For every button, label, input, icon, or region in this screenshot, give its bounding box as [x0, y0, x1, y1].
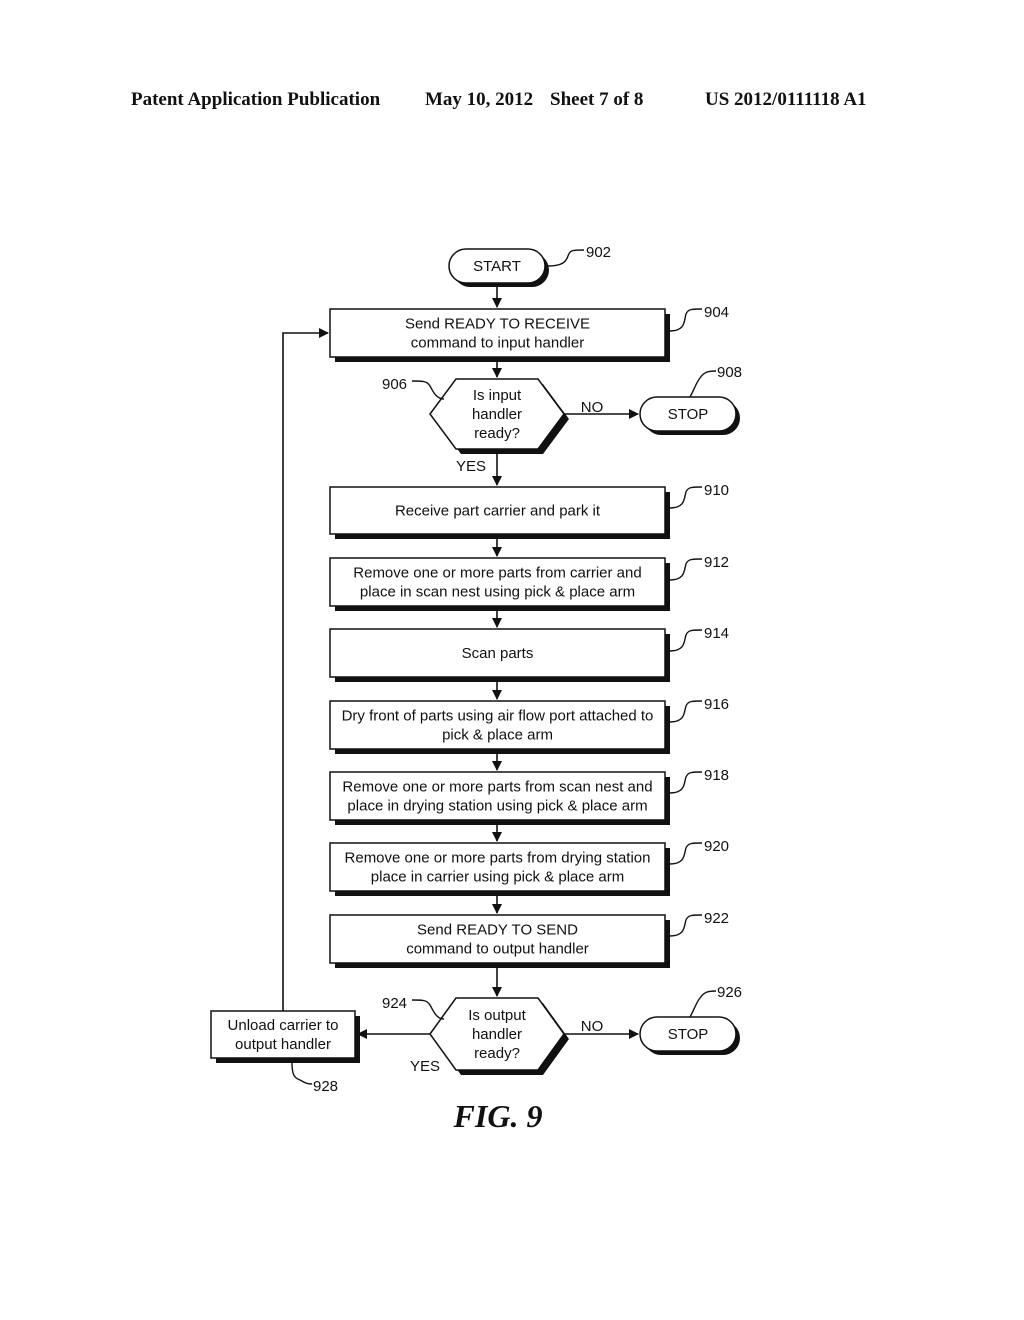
n928-reference-number: 928 [313, 1078, 338, 1095]
n920-label-line: Remove one or more parts from drying sta… [345, 850, 651, 867]
n906-reference-number: 906 [382, 376, 407, 393]
n918-label-line: Remove one or more parts from scan nest … [342, 779, 652, 796]
flowchart: NO YES NO YES START 902 Send READY TO RECEIVE… [210, 244, 742, 1134]
n928-label-line: output handler [235, 1036, 331, 1053]
step-916: Dry front of parts using air flow port a… [329, 696, 729, 754]
step-920: Remove one or more parts from drying sta… [329, 838, 729, 896]
n924-label-line: handler [472, 1026, 522, 1043]
n906-label-line: handler [472, 406, 522, 423]
n922-reference-number: 922 [704, 910, 729, 927]
n916-label-line: pick & place arm [442, 727, 553, 744]
leader-line [689, 990, 717, 1018]
leader-line [669, 629, 703, 652]
n924-reference-number: 924 [382, 995, 407, 1012]
stop908-label-line: STOP [668, 406, 709, 423]
step-928: Unload carrier to output handler 928 [210, 1010, 360, 1095]
n910-reference-number: 910 [704, 482, 729, 499]
n924-label-line: ready? [474, 1045, 520, 1062]
leader-line [669, 842, 703, 865]
start-label-line: START [473, 258, 521, 275]
n928-label-line: Unload carrier to [228, 1017, 339, 1034]
nodes: START 902 Send READY TO RECEIVE command to … [210, 244, 742, 1095]
start-reference-number: 902 [586, 244, 611, 261]
n906-label-line: ready? [474, 425, 520, 442]
edge-label-n906_yes: YES [456, 458, 486, 475]
decision-906: Is input handler ready? 906 [382, 376, 569, 454]
n914-label-line: Scan parts [462, 645, 534, 662]
n924-label-line: Is output [468, 1007, 526, 1024]
leader-line [411, 999, 445, 1020]
leader-line [669, 700, 703, 723]
n922-label-line: Send READY TO SEND [417, 922, 578, 939]
stop926-label-line: STOP [668, 1026, 709, 1043]
edge-label-n924_no: NO [581, 1018, 604, 1035]
leader-line [669, 558, 703, 581]
step-912: Remove one or more parts from carrier an… [329, 554, 729, 611]
leader-line [669, 486, 703, 509]
edge-label-n924_yes: YES [410, 1058, 440, 1075]
n918-reference-number: 918 [704, 767, 729, 784]
stop926-reference-number: 926 [717, 984, 742, 1001]
n922-label-line: command to output handler [406, 941, 589, 958]
n912-label-line: Remove one or more parts from carrier an… [353, 565, 641, 582]
n904-label-line: Send READY TO RECEIVE [405, 316, 590, 333]
n918-label-line: place in drying station using pick & pla… [347, 798, 647, 815]
n916-label-line: Dry front of parts using air flow port a… [342, 708, 654, 725]
edge-label-n906_no: NO [581, 399, 604, 416]
n906-label-line: Is input [473, 387, 522, 404]
n914-reference-number: 914 [704, 625, 729, 642]
arrow-928-loop-to-904 [282, 328, 329, 1011]
step-914: Scan parts 914 [329, 625, 729, 682]
n920-reference-number: 920 [704, 838, 729, 855]
start-terminal: START 902 [448, 244, 611, 287]
leader-line [547, 249, 585, 267]
n912-label-line: place in scan nest using pick & place ar… [360, 584, 635, 601]
n916-reference-number: 916 [704, 696, 729, 713]
n904-reference-number: 904 [704, 304, 729, 321]
leader-line [669, 914, 703, 937]
n912-reference-number: 912 [704, 554, 729, 571]
leader-line [411, 380, 445, 400]
step-904: Send READY TO RECEIVE command to input ha… [329, 304, 729, 362]
step-918: Remove one or more parts from scan nest … [329, 767, 729, 825]
leader-line [291, 1062, 313, 1085]
figure-caption: FIG. 9 [453, 1098, 543, 1134]
stop908-reference-number: 908 [717, 364, 742, 381]
stop-terminal-926: STOP 926 [639, 984, 742, 1055]
n920-label-line: place in carrier using pick & place arm [371, 869, 624, 886]
step-910: Receive part carrier and park it 910 [329, 482, 729, 539]
n910-label-line: Receive part carrier and park it [395, 503, 601, 520]
leader-line [669, 308, 703, 332]
n904-label-line: command to input handler [411, 335, 584, 352]
leader-line [689, 370, 717, 398]
leader-line [669, 771, 703, 794]
stop-terminal-908: STOP 908 [639, 364, 742, 435]
step-922: Send READY TO SEND command to output hand… [329, 910, 729, 968]
